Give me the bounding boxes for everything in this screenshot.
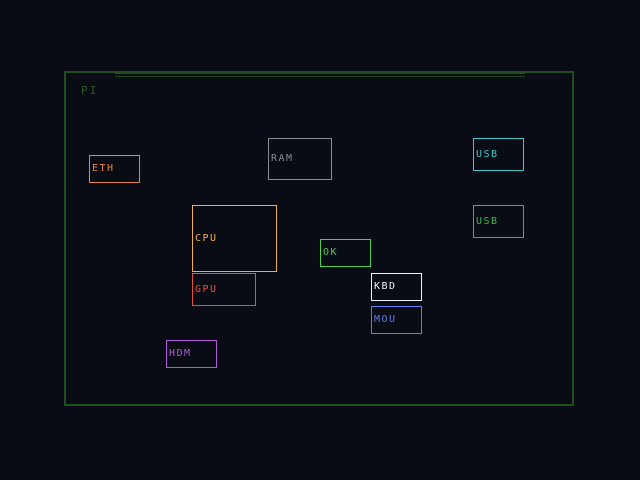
mouse-port[interactable]: MOU [371,306,422,334]
keyboard-port[interactable]: KBD [371,273,422,301]
ram-chip[interactable]: RAM [268,138,332,180]
board-label: PI [81,84,99,97]
game-screen: PI ETH RAM USB USB CPU OK GPU KBD MOU HD… [0,0,640,480]
gpu-chip[interactable]: GPU [192,273,256,306]
usb-port-1[interactable]: USB [473,138,524,171]
circuit-board [64,71,574,406]
hdmi-port[interactable]: HDM [166,340,217,368]
cpu-chip[interactable]: CPU [192,205,277,272]
board-header-strip [115,73,525,77]
ok-led[interactable]: OK [320,239,371,267]
eth-port[interactable]: ETH [89,155,140,183]
usb-port-2[interactable]: USB [473,205,524,238]
